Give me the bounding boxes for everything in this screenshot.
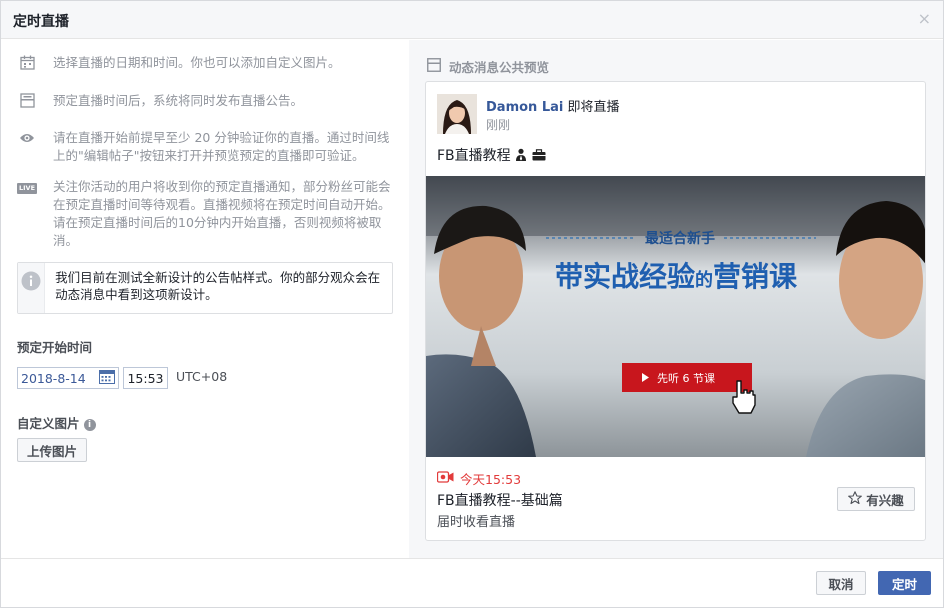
preview-label: 动态消息公共预览 — [449, 60, 550, 75]
upload-image-button[interactable]: 上传图片 — [17, 438, 87, 462]
schedule-live-dialog: 定时直播 × 选择直播的日期和时间。你也可以添加自定义图片。 预定直播时间后，系… — [0, 0, 944, 608]
cover-subtitle: 最适合新手 — [645, 230, 715, 247]
dialog-header: 定时直播 × — [1, 1, 943, 39]
cover-headline-a: 带实战经验 — [555, 260, 695, 293]
cancel-button[interactable]: 取消 — [816, 571, 866, 595]
info-text: 预定直播时间后，系统将同时发布直播公告。 — [53, 93, 304, 108]
preview-heading: 动态消息公共预览 — [427, 57, 549, 76]
schedule-button[interactable]: 定时 — [878, 571, 931, 595]
preview-icon — [427, 58, 441, 75]
interested-label: 有兴趣 — [866, 492, 904, 508]
notice-text: 我们目前在测试全新设计的公告帖样式。你的部分观众会在动态消息中看到这项新设计。 — [55, 270, 381, 302]
info-text: 请在直播开始前提早至少 20 分钟验证你的直播。通过时间线上的"编辑帖子"按钮来… — [53, 130, 390, 163]
live-time-row: 今天15:53 — [436, 469, 522, 488]
avatar — [437, 94, 477, 134]
info-row-announcement: 预定直播时间后，系统将同时发布直播公告。 — [17, 92, 397, 112]
design-notice: 我们目前在测试全新设计的公告帖样式。你的部分观众会在动态消息中看到这项新设计。 — [17, 262, 393, 314]
post-author-line: Damon Lai 即将直播 — [486, 96, 619, 115]
post-icon — [17, 92, 37, 112]
custom-image-label: 自定义图片 — [17, 416, 80, 431]
interested-button[interactable]: 有兴趣 — [837, 487, 915, 511]
start-time-label: 预定开始时间 — [17, 340, 93, 355]
author-name-link[interactable]: Damon Lai — [486, 100, 563, 115]
cover-cta: 先听 6 节课 — [657, 372, 715, 385]
post-timestamp: 刚刚 — [486, 118, 511, 132]
event-title: FB直播教程--基础篇 — [437, 493, 563, 509]
info-icon — [18, 263, 46, 313]
info-row-datetime: 选择直播的日期和时间。你也可以添加自定义图片。 — [17, 54, 397, 74]
cover-headline-b: 的 — [695, 269, 713, 291]
author-action: 即将直播 — [563, 100, 620, 115]
info-text: 关注你活动的用户将收到你的预定直播通知，部分粉丝可能会在预定直播时间等待观看。直… — [53, 179, 391, 248]
calendar-picker-icon[interactable] — [99, 369, 115, 387]
date-field[interactable]: 2018-8-14 — [17, 367, 119, 389]
info-row-verify: 请在直播开始前提早至少 20 分钟验证你的直播。通过时间线上的"编辑帖子"按钮来… — [17, 129, 397, 165]
live-cover-image[interactable]: 最适合新手 带实战经验的营销课 先听 6 节课 — [426, 176, 925, 457]
cover-headline-c: 营销课 — [713, 260, 798, 293]
feed-preview-card: Damon Lai 即将直播 刚刚 FB直播教程 最适合新手 带实战经验的营销课… — [425, 81, 926, 541]
person-emoji-icon — [515, 148, 527, 164]
live-badge: LIVE — [16, 183, 38, 194]
star-icon — [848, 490, 863, 508]
live-icon: LIVE — [16, 178, 38, 198]
timezone-label: UTC+08 — [176, 369, 228, 384]
settings-panel: 选择直播的日期和时间。你也可以添加自定义图片。 预定直播时间后，系统将同时发布直… — [1, 40, 409, 558]
date-value: 2018-8-14 — [21, 370, 86, 386]
info-text: 选择直播的日期和时间。你也可以添加自定义图片。 — [53, 55, 341, 70]
custom-image-label-row: 自定义图片 i — [17, 413, 96, 432]
help-icon[interactable]: i — [83, 418, 96, 431]
time-field[interactable]: 15:53 — [123, 367, 168, 389]
close-icon[interactable]: × — [918, 10, 931, 28]
post-text-content: FB直播教程 — [437, 148, 511, 164]
info-row-notify: LIVE 关注你活动的用户将收到你的预定直播通知，部分粉丝可能会在预定直播时间等… — [16, 178, 397, 250]
eye-icon — [17, 129, 37, 149]
watch-hint: 届时收看直播 — [437, 515, 516, 530]
post-text: FB直播教程 — [437, 145, 546, 165]
calendar-icon — [17, 54, 37, 74]
cover-headline: 带实战经验的营销课 — [555, 260, 798, 293]
live-video-icon — [436, 471, 454, 486]
briefcase-emoji-icon — [532, 148, 546, 164]
preview-panel: 动态消息公共预览 Damon Lai 即将直播 刚刚 FB直播教程 最适合新手 … — [409, 40, 943, 558]
live-time-text: 今天15:53 — [460, 472, 522, 487]
dialog-title: 定时直播 — [13, 14, 69, 30]
dialog-footer: 取消 定时 — [1, 558, 943, 607]
